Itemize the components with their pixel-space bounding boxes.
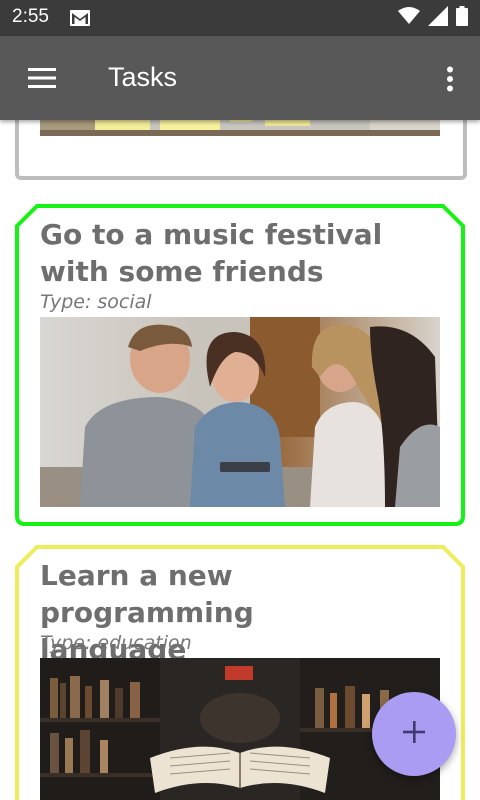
gmail-icon bbox=[70, 10, 90, 30]
app-bar: Tasks bbox=[0, 36, 480, 120]
task-type: Type: education bbox=[40, 632, 192, 654]
wifi-icon bbox=[398, 7, 420, 29]
task-title: Go to a music festival with some friends bbox=[40, 216, 445, 290]
task-card-previous[interactable] bbox=[15, 120, 467, 180]
status-bar: 2:55 bbox=[0, 0, 480, 36]
task-photo bbox=[40, 317, 440, 507]
task-card[interactable]: Go to a music festival with some friends… bbox=[15, 204, 465, 526]
cell-signal-icon bbox=[428, 6, 448, 30]
task-card-image bbox=[40, 120, 440, 136]
more-options-icon[interactable] bbox=[446, 66, 454, 96]
plus-icon bbox=[403, 721, 425, 747]
app-title: Tasks bbox=[108, 62, 178, 92]
add-task-button[interactable] bbox=[372, 692, 456, 776]
battery-icon bbox=[456, 6, 468, 30]
task-type: Type: social bbox=[40, 291, 152, 313]
task-title-line-1: Learn a new programming bbox=[40, 559, 254, 629]
hamburger-menu-icon[interactable] bbox=[28, 68, 56, 92]
task-title-line-2: with some friends bbox=[40, 255, 324, 288]
task-title-line-1: Go to a music festival bbox=[40, 218, 383, 251]
status-time: 2:55 bbox=[12, 6, 49, 27]
